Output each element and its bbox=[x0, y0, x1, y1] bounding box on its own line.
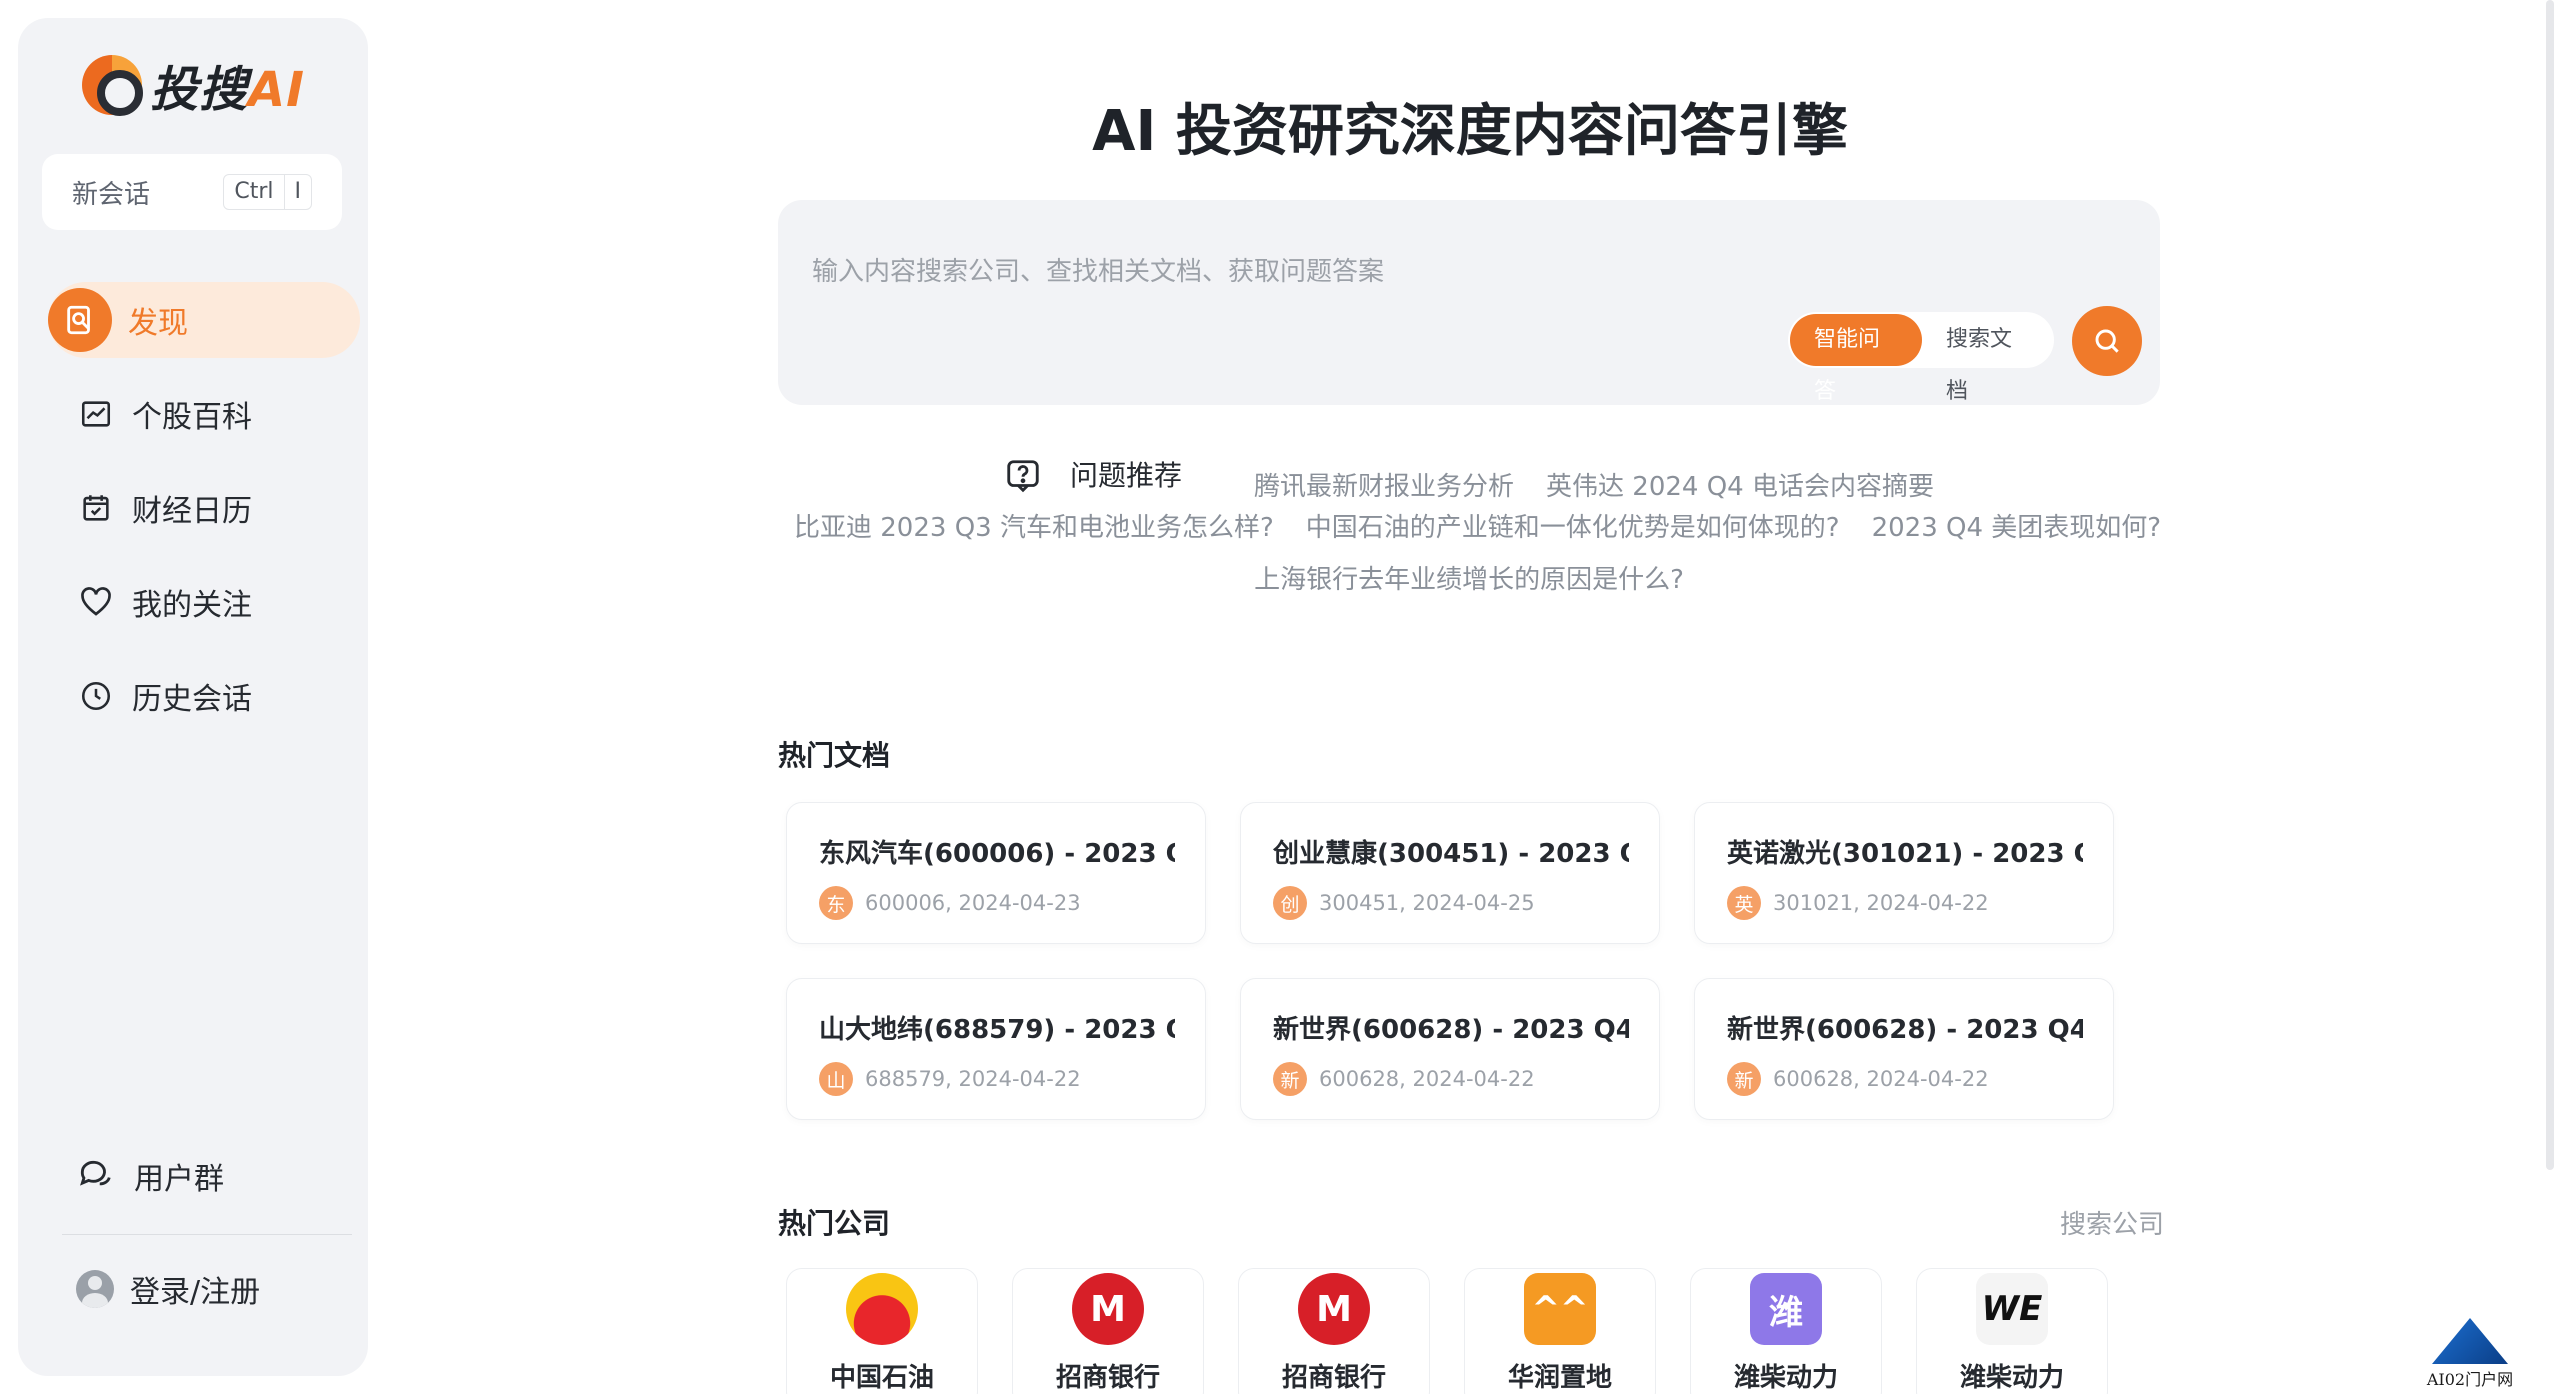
doc-title: 新世界(600628) - 2023 Q4 - 年 bbox=[1727, 1015, 2083, 1045]
sidebar-item-discover[interactable]: 发现 bbox=[48, 282, 360, 358]
search-button[interactable] bbox=[2072, 306, 2142, 376]
stock-chart-icon bbox=[76, 394, 116, 434]
company-card[interactable]: WE 潍柴动力 bbox=[1916, 1268, 2108, 1394]
petrochina-logo-icon bbox=[846, 1273, 918, 1345]
new-chat-label: 新会话 bbox=[72, 179, 151, 210]
doc-meta: 300451, 2024-04-25 bbox=[1319, 891, 1535, 915]
doc-title: 山大地纬(688579) - 2023 Q4 - bbox=[819, 1015, 1175, 1045]
doc-card[interactable]: 英诺激光(301021) - 2023 Q4 - 英 301021, 2024-0… bbox=[1694, 802, 2114, 944]
sidebar-item-stock-wiki[interactable]: 个股百科 bbox=[48, 376, 360, 452]
calendar-icon bbox=[76, 488, 116, 528]
company-name: 潍柴动力 bbox=[1959, 1363, 2064, 1393]
search-mode-toggle: 智能问答 搜索文档 bbox=[1788, 312, 2054, 404]
sidebar-divider bbox=[62, 1234, 352, 1235]
company-badge: 山 bbox=[819, 1062, 853, 1096]
company-card[interactable]: M 招商银行 bbox=[1238, 1268, 1430, 1394]
login-button[interactable]: 登录/注册 bbox=[48, 1249, 360, 1329]
doc-meta: 301021, 2024-04-22 bbox=[1773, 891, 1989, 915]
sidebar-item-calendar[interactable]: 财经日历 bbox=[48, 470, 360, 546]
avatar-icon bbox=[76, 1270, 114, 1308]
hot-docs-grid: 东风汽车(600006) - 2023 Q4 - 东 600006, 2024-0… bbox=[786, 802, 2116, 1120]
company-card[interactable]: 中国石油 bbox=[786, 1268, 978, 1394]
sidebar-item-label: 个股百科 bbox=[132, 400, 252, 435]
discover-icon bbox=[48, 288, 112, 352]
company-badge: 创 bbox=[1273, 886, 1307, 920]
suggestion-item[interactable]: 腾讯最新财报业务分析 bbox=[1254, 472, 1514, 502]
sidebar: 投搜AI 新会话 Ctrl I 发现 个股百科 财经日历 我的关注 历史会话 用… bbox=[18, 18, 368, 1376]
sidebar-item-favorites[interactable]: 我的关注 bbox=[48, 564, 360, 640]
doc-title: 东风汽车(600006) - 2023 Q4 - bbox=[819, 839, 1175, 869]
sidebar-nav: 发现 个股百科 财经日历 我的关注 历史会话 bbox=[48, 282, 360, 752]
user-group-label: 用户群 bbox=[134, 1162, 224, 1197]
doc-title: 新世界(600628) - 2023 Q4 - 年 bbox=[1273, 1015, 1629, 1045]
sidebar-item-label: 财经日历 bbox=[132, 494, 252, 529]
question-bubble-icon bbox=[1007, 460, 1039, 493]
doc-title: 英诺激光(301021) - 2023 Q4 - bbox=[1727, 839, 2083, 869]
search-box: 智能问答 搜索文档 bbox=[778, 200, 2160, 405]
cmb-logo-icon: M bbox=[1072, 1273, 1144, 1345]
doc-card[interactable]: 山大地纬(688579) - 2023 Q4 - 山 688579, 2024-0… bbox=[786, 978, 1206, 1120]
doc-card[interactable]: 新世界(600628) - 2023 Q4 - 年 新 600628, 2024-… bbox=[1694, 978, 2114, 1120]
suggestion-item[interactable]: 中国石油的产业链和一体化优势是如何体现的? bbox=[1306, 513, 1840, 543]
weichai-we-logo-icon: WE bbox=[1976, 1273, 2048, 1345]
sidebar-item-label: 我的关注 bbox=[132, 588, 252, 623]
shortcut-hint: Ctrl I bbox=[223, 174, 312, 210]
suggestion-item[interactable]: 2023 Q4 美团表现如何? bbox=[1872, 513, 2162, 543]
suggestion-item[interactable]: 上海银行去年业绩增长的原因是什么? bbox=[1254, 565, 1684, 595]
doc-meta: 600628, 2024-04-22 bbox=[1773, 1067, 1989, 1091]
hot-docs-title: 热门文档 bbox=[778, 739, 891, 772]
user-group-link[interactable]: 用户群 bbox=[48, 1138, 360, 1214]
page-title: AI 投资研究深度内容问答引擎 bbox=[1092, 99, 1848, 164]
heart-icon bbox=[76, 582, 116, 622]
cmb-logo-icon: M bbox=[1298, 1273, 1370, 1345]
sidebar-item-label: 发现 bbox=[128, 306, 188, 341]
doc-meta: 600006, 2024-04-23 bbox=[865, 891, 1081, 915]
suggestion-item[interactable]: 英伟达 2024 Q4 电话会内容摘要 bbox=[1546, 472, 1934, 502]
search-icon bbox=[2095, 329, 2119, 353]
chat-bubbles-icon bbox=[76, 1153, 114, 1199]
company-name: 潍柴动力 bbox=[1733, 1363, 1838, 1393]
doc-card[interactable]: 东风汽车(600006) - 2023 Q4 - 东 600006, 2024-0… bbox=[786, 802, 1206, 944]
question-suggestions: 问题推荐 腾讯最新财报业务分析 英伟达 2024 Q4 电话会内容摘要 比亚迪 2… bbox=[778, 450, 2162, 606]
company-name: 华润置地 bbox=[1507, 1363, 1612, 1393]
weichai-logo-icon: 潍 bbox=[1750, 1273, 1822, 1345]
hot-companies-title: 热门公司 bbox=[778, 1207, 891, 1240]
company-card[interactable]: ^^ 华润置地 bbox=[1464, 1268, 1656, 1394]
company-name: 中国石油 bbox=[829, 1363, 934, 1393]
company-badge: 英 bbox=[1727, 886, 1761, 920]
doc-card[interactable]: 新世界(600628) - 2023 Q4 - 年 新 600628, 2024-… bbox=[1240, 978, 1660, 1120]
doc-meta: 600628, 2024-04-22 bbox=[1319, 1067, 1535, 1091]
hot-companies-row: 中国石油 M 招商银行 M 招商银行 ^^ 华润置地 潍 潍柴动力 WE 潍柴动… bbox=[786, 1268, 2108, 1394]
watermark: AI02门户网 bbox=[2410, 1318, 2530, 1390]
login-label: 登录/注册 bbox=[130, 1275, 261, 1310]
watermark-text: AI02门户网 bbox=[2426, 1370, 2514, 1389]
mode-smart-qa-button[interactable]: 智能问答 bbox=[1790, 314, 1922, 404]
doc-meta: 688579, 2024-04-22 bbox=[865, 1067, 1081, 1091]
company-badge: 东 bbox=[819, 886, 853, 920]
page-scrollbar[interactable] bbox=[2546, 0, 2554, 1170]
company-badge: 新 bbox=[1273, 1062, 1307, 1096]
company-name: 招商银行 bbox=[1281, 1363, 1386, 1393]
suggestion-item[interactable]: 比亚迪 2023 Q3 汽车和电池业务怎么样? bbox=[794, 513, 1274, 543]
company-badge: 新 bbox=[1727, 1062, 1761, 1096]
company-card[interactable]: 潍 潍柴动力 bbox=[1690, 1268, 1882, 1394]
cr-land-logo-icon: ^^ bbox=[1524, 1273, 1596, 1345]
doc-card[interactable]: 创业慧康(300451) - 2023 Q4 - 创 300451, 2024-0… bbox=[1240, 802, 1660, 944]
search-company-link[interactable]: 搜索公司 bbox=[2060, 1204, 2164, 1241]
watermark-logo-icon bbox=[2432, 1318, 2508, 1364]
suggestions-heading: 问题推荐 bbox=[1004, 450, 1198, 502]
mode-search-docs-button[interactable]: 搜索文档 bbox=[1922, 314, 2054, 404]
doc-title: 创业慧康(300451) - 2023 Q4 - bbox=[1273, 839, 1629, 869]
sidebar-item-history[interactable]: 历史会话 bbox=[48, 658, 360, 734]
company-name: 招商银行 bbox=[1055, 1363, 1160, 1393]
search-input[interactable] bbox=[812, 252, 1912, 292]
sidebar-footer: 用户群 登录/注册 bbox=[48, 1138, 360, 1329]
sidebar-item-label: 历史会话 bbox=[132, 682, 252, 717]
clock-icon bbox=[76, 676, 116, 716]
company-card[interactable]: M 招商银行 bbox=[1012, 1268, 1204, 1394]
